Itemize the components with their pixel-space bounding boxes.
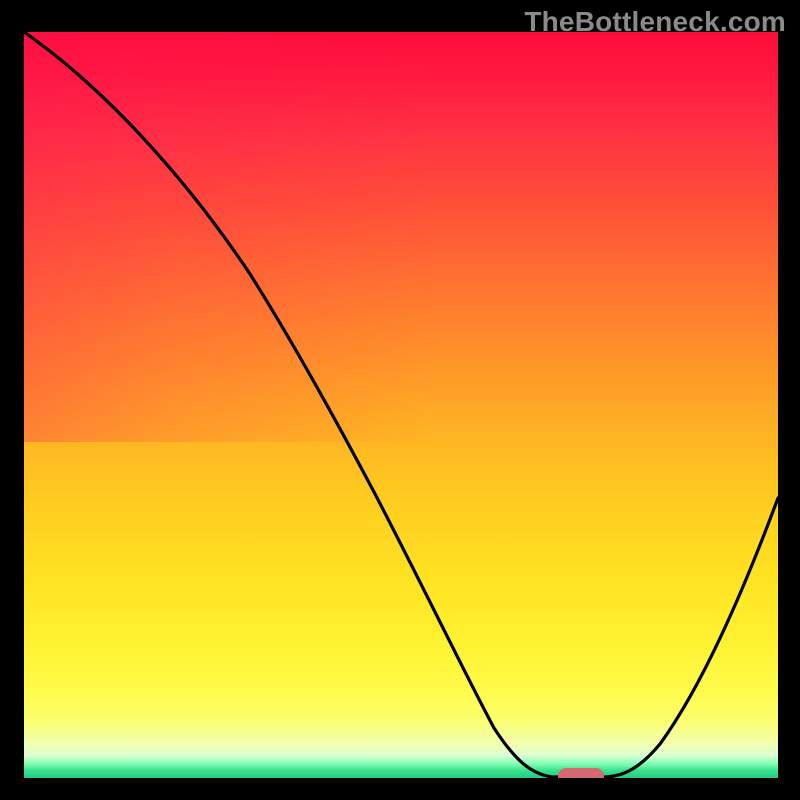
chart-frame: TheBottleneck.com xyxy=(0,0,800,800)
bottleneck-curve xyxy=(24,32,778,777)
plot-area xyxy=(24,32,778,778)
optimal-marker xyxy=(558,768,604,778)
curve-svg xyxy=(24,32,778,778)
